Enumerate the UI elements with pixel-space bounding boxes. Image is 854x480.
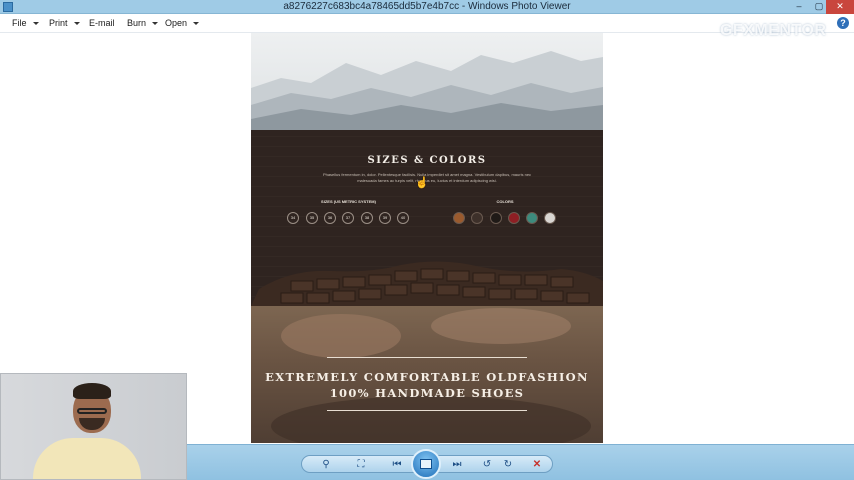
divider-line [327,357,527,358]
size-chip: 38 [361,212,373,224]
color-swatch [526,212,538,224]
color-swatch [490,212,502,224]
menu-email[interactable]: E-mail [89,18,115,28]
menu-burn[interactable]: Burn [127,18,159,28]
menu-email-label: E-mail [89,18,115,28]
previous-button[interactable]: ⏮ [386,459,408,471]
close-window-button[interactable]: ✕ [826,0,854,14]
color-swatch [544,212,556,224]
menu-print-label: Print [49,18,68,28]
headline-line-1: EXTREMELY COMFORTABLE OLDFASHION [265,370,589,384]
window-title: a8276227c683bc4a78465dd5b7e4b7cc - Windo… [283,1,571,12]
chocolate-illustration [251,261,603,306]
chevron-down-icon [32,22,39,26]
webcam-overlay [0,373,187,480]
presenter-shirt [33,438,141,479]
presenter-glasses [77,408,107,414]
rotate-counterclockwise-button[interactable]: ↺ [479,459,495,471]
delete-button[interactable]: ✕ [529,459,545,471]
size-chip: 35 [306,212,318,224]
chevron-down-icon [152,22,159,26]
hand-cursor-icon: ☝ [415,177,429,189]
minimize-button[interactable]: – [788,0,810,14]
menu-file-label: File [12,18,27,28]
headline-line-2: 100% HANDMADE SHOES [329,386,525,400]
section-heading: SIZES & COLORS [367,155,487,166]
size-chip: 36 [324,212,336,224]
sizes-label: SIZES (US METRIC SYSTEM) [321,199,376,204]
rotate-clockwise-button[interactable]: ↻ [500,459,516,471]
photo-viewport: SIZES & COLORS Phasellus fermentum in, d… [251,33,603,443]
size-chip: 40 [397,212,409,224]
mountain-illustration [251,51,603,130]
menu-open[interactable]: Open [165,18,200,28]
size-chip: 39 [379,212,391,224]
menu-open-label: Open [165,18,188,28]
actual-size-icon[interactable]: ⛶ [352,459,370,471]
size-chip: 37 [342,212,354,224]
colors-label: COLORS [496,199,514,204]
chevron-down-icon [193,22,200,26]
color-swatch [508,212,520,224]
zoom-icon[interactable]: ⚲ [315,459,337,471]
next-button[interactable]: ⏭ [446,459,468,471]
size-chip: 34 [287,212,299,224]
title-bar: a8276227c683bc4a78465dd5b7e4b7cc - Windo… [0,0,854,14]
menu-print[interactable]: Print [49,18,80,28]
help-icon[interactable]: ? [837,17,849,29]
slideshow-button[interactable] [411,449,441,479]
divider-line [327,410,527,411]
color-swatch [471,212,483,224]
mountain-banner-image [251,33,603,130]
chocolate-bar-image [251,251,603,306]
slideshow-icon [420,459,432,469]
watermark-logo: GFXMENTOR [720,22,827,39]
menu-burn-label: Burn [127,18,147,28]
presenter-hair [73,383,111,399]
color-swatch [453,212,465,224]
chevron-down-icon [73,22,80,26]
menu-file[interactable]: File [12,18,39,28]
